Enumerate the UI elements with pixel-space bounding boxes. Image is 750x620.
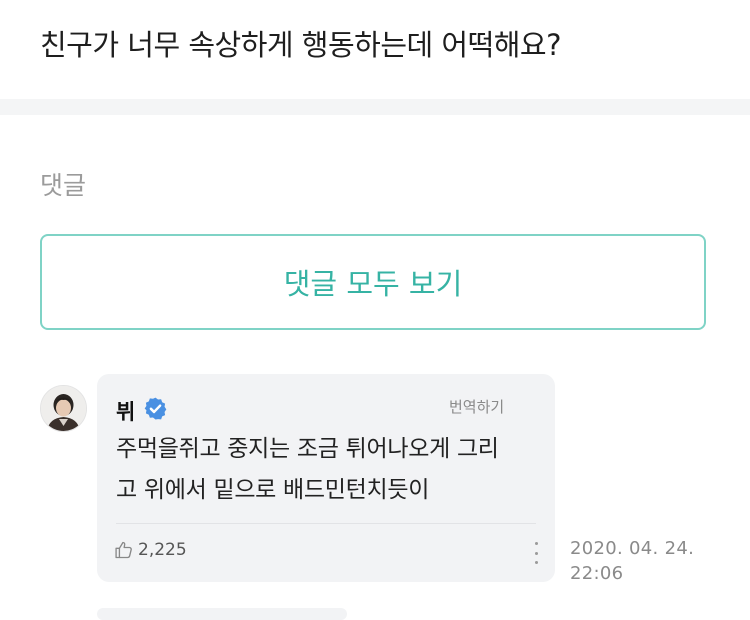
comments-section-label: 댓글 [40, 171, 87, 200]
comment-timestamp: 2020. 04. 24. 22:06 [570, 536, 740, 586]
next-comment-bubble [97, 608, 347, 620]
comment-body-line: 주먹을쥐고 중지는 조금 튀어나오게 그리 [116, 436, 499, 462]
comment-bubble: 뷔 번역하기 주먹을쥐고 중지는 조금 튀어나오게 그리 고 위에서 밑으로 배… [97, 374, 555, 582]
thumbs-up-icon [115, 541, 132, 559]
verified-badge-icon [144, 397, 167, 420]
avatar[interactable] [40, 385, 87, 432]
comment-body: 주먹을쥐고 중지는 조금 튀어나오게 그리 고 위에서 밑으로 배드민턴치듯이 [116, 429, 536, 511]
avatar-image [41, 386, 86, 431]
bubble-divider [116, 523, 536, 524]
post-title: 친구가 너무 속상하게 행동하는데 어떡해요? [40, 28, 562, 62]
like-count: 2,225 [138, 540, 187, 560]
comment-time: 22:06 [570, 563, 624, 584]
comment-date: 2020. 04. 24. [570, 538, 695, 559]
view-all-comments-button[interactable]: 댓글 모두 보기 [40, 234, 706, 330]
comment-body-line: 고 위에서 밑으로 배드민턴치듯이 [116, 477, 430, 503]
comment-author[interactable]: 뷔 [116, 396, 135, 426]
translate-button[interactable]: 번역하기 [449, 396, 504, 417]
more-options-icon[interactable] [531, 542, 541, 564]
like-button[interactable]: 2,225 [114, 540, 187, 560]
section-divider [0, 99, 750, 115]
